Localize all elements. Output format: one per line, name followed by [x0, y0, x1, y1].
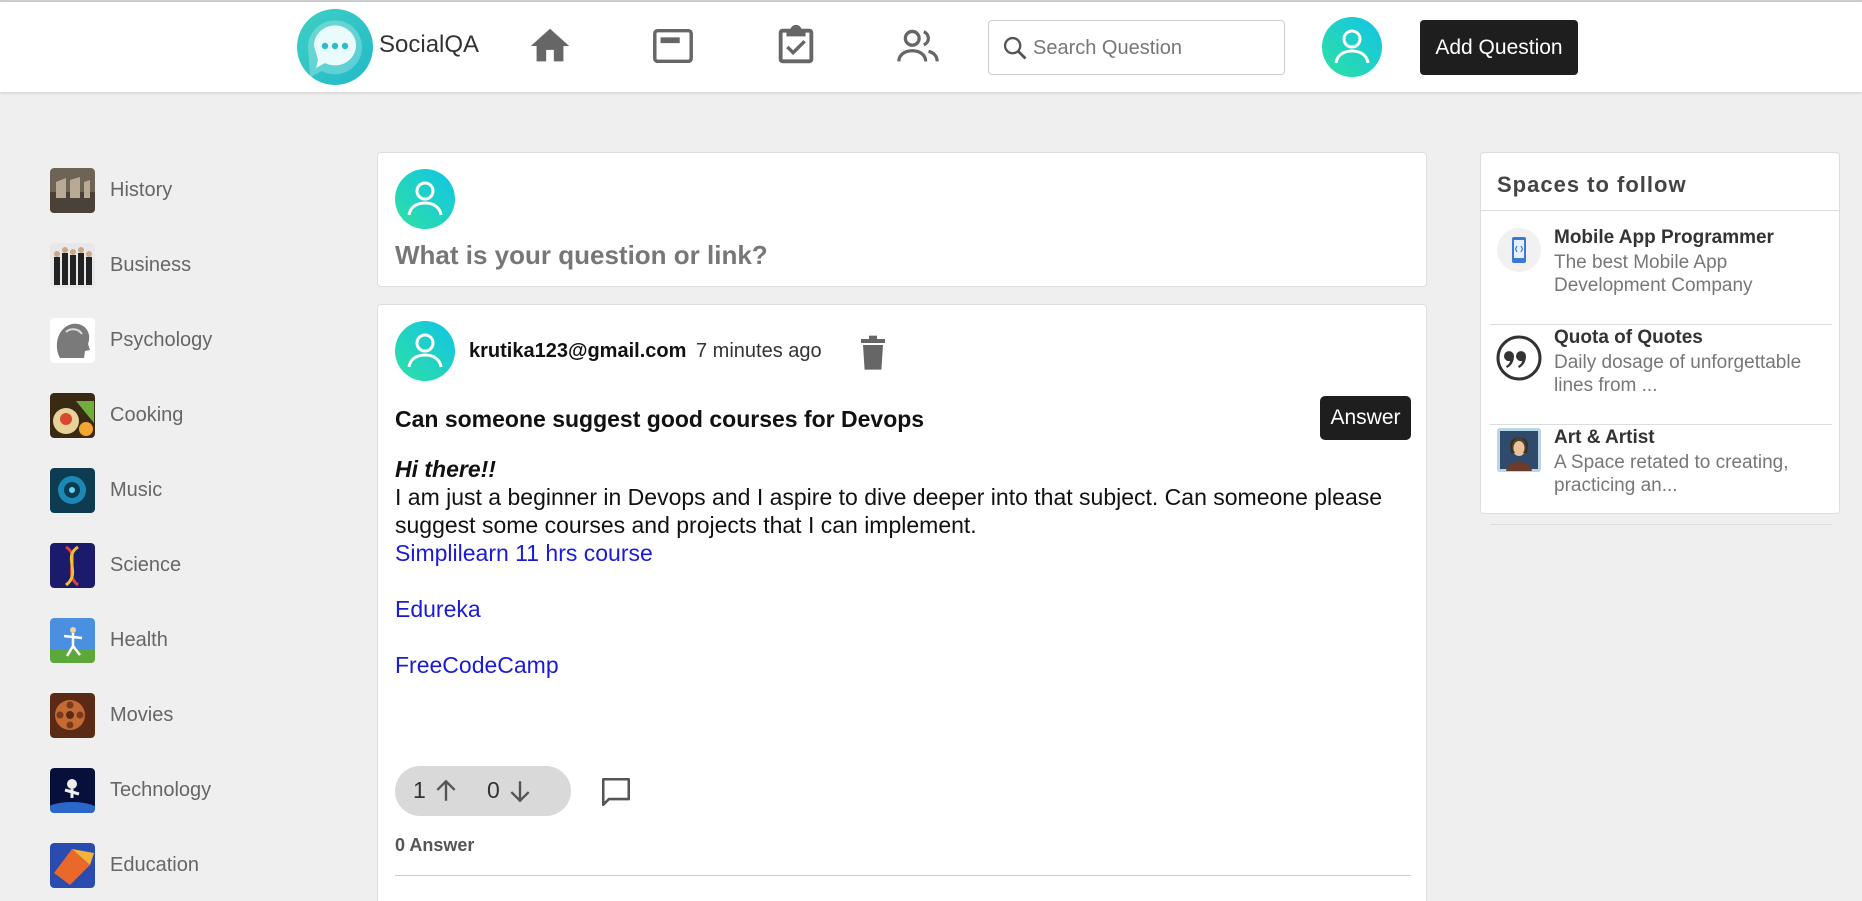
spaces-to-follow-panel: Spaces to follow Mobile App Programmer T… — [1480, 152, 1840, 525]
sidebar-item-technology[interactable]: Technology — [50, 767, 290, 813]
spaces-panel-title: Spaces to follow — [1497, 172, 1687, 197]
post-author[interactable]: krutika123@gmail.com — [469, 340, 686, 363]
top-navigation-bar: SocialQA Add Question — [0, 2, 1862, 92]
answer-button[interactable]: Answer — [1320, 396, 1411, 440]
divider — [1481, 210, 1839, 211]
link-freecodecamp[interactable]: FreeCodeCamp — [395, 651, 1395, 679]
space-item-mobile-app-programmer[interactable]: Mobile App Programmer The best Mobile Ap… — [1490, 225, 1832, 325]
business-thumbnail — [50, 242, 95, 288]
home-icon[interactable] — [527, 23, 573, 69]
post-timestamp: 7 minutes ago — [696, 340, 822, 362]
ask-question-prompt[interactable]: What is your question or link? — [395, 240, 768, 271]
space-item-quota-of-quotes[interactable]: Quota of Quotes Daily dosage of unforget… — [1490, 325, 1832, 425]
space-name: Art & Artist — [1554, 427, 1655, 448]
cooking-thumbnail — [50, 392, 95, 438]
education-thumbnail — [50, 842, 95, 888]
news-feed-icon[interactable] — [650, 23, 696, 69]
sidebar-item-movies[interactable]: Movies — [50, 692, 290, 738]
technology-thumbnail — [50, 767, 95, 813]
link-edureka[interactable]: Edureka — [395, 595, 1395, 623]
question-text: I am just a beginner in Devops and I asp… — [395, 484, 1383, 538]
sidebar-item-health[interactable]: Health — [50, 617, 290, 663]
vote-controls: 1 0 — [395, 766, 571, 816]
question-body: Hi there!! I am just a beginner in Devop… — [395, 455, 1395, 679]
space-name: Mobile App Programmer — [1554, 227, 1774, 248]
movies-thumbnail — [50, 692, 95, 738]
upvote-arrow-icon[interactable] — [433, 778, 459, 804]
comment-icon[interactable] — [599, 775, 633, 809]
link-simplilearn[interactable]: Simplilearn 11 hrs course — [395, 539, 1395, 567]
add-question-button[interactable]: Add Question — [1420, 20, 1578, 75]
question-greeting: Hi there!! — [395, 456, 496, 482]
search-box — [988, 20, 1285, 75]
divider — [1490, 524, 1832, 525]
quote-icon — [1496, 335, 1542, 381]
assignment-check-icon[interactable] — [773, 23, 819, 69]
user-avatar-icon — [395, 169, 455, 229]
mobile-app-icon — [1497, 228, 1541, 272]
upvote-count: 1 — [413, 777, 426, 803]
sidebar-item-education[interactable]: Education — [50, 842, 290, 888]
socialqa-logo-icon[interactable] — [296, 8, 374, 86]
space-description: A Space retated to creating, practicing … — [1554, 452, 1789, 496]
people-icon[interactable] — [895, 23, 941, 69]
delete-trash-icon[interactable] — [857, 335, 889, 371]
ask-question-box[interactable]: What is your question or link? — [377, 152, 1427, 287]
question-post: krutika123@gmail.com 7 minutes ago Can s… — [377, 304, 1427, 901]
space-item-art-and-artist[interactable]: Art & Artist A Space retated to creating… — [1490, 425, 1832, 525]
music-thumbnail — [50, 467, 95, 513]
answer-count: 0 Answer — [395, 835, 475, 855]
psychology-thumbnail — [50, 317, 95, 363]
downvote-count: 0 — [487, 777, 500, 803]
sidebar-item-music[interactable]: Music — [50, 467, 290, 513]
author-avatar-icon[interactable] — [395, 321, 455, 381]
sidebar-item-business[interactable]: Business — [50, 242, 290, 288]
health-thumbnail — [50, 617, 95, 663]
portrait-painting-icon — [1497, 428, 1541, 472]
science-thumbnail — [50, 542, 95, 588]
sidebar-item-history[interactable]: History — [50, 167, 290, 213]
downvote-arrow-icon[interactable] — [507, 778, 533, 804]
sidebar-item-science[interactable]: Science — [50, 542, 290, 588]
sidebar-item-cooking[interactable]: Cooking — [50, 392, 290, 438]
search-input[interactable] — [1033, 31, 1273, 65]
user-avatar-icon[interactable] — [1322, 17, 1382, 77]
sidebar-item-psychology[interactable]: Psychology — [50, 317, 290, 363]
question-title[interactable]: Can someone suggest good courses for Dev… — [395, 406, 924, 433]
search-icon — [1003, 36, 1027, 60]
brand-name: SocialQA — [379, 31, 480, 58]
space-description: Daily dosage of unforgettable lines from… — [1554, 352, 1802, 396]
space-name: Quota of Quotes — [1554, 327, 1703, 348]
space-description: The best Mobile App Development Company — [1554, 252, 1753, 296]
history-thumbnail — [50, 167, 95, 213]
divider — [395, 875, 1411, 876]
